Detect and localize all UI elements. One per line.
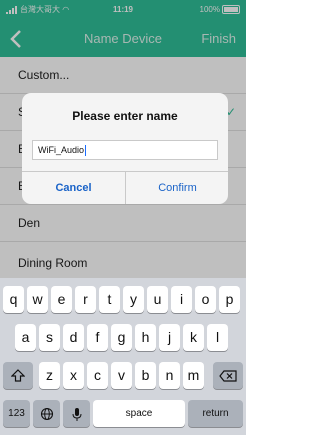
globe-key[interactable] (33, 400, 60, 427)
key-w[interactable]: w (27, 286, 48, 313)
key-x[interactable]: x (63, 362, 84, 389)
confirm-button[interactable]: Confirm (126, 172, 228, 204)
key-r[interactable]: r (75, 286, 96, 313)
key-f[interactable]: f (87, 324, 108, 351)
delete-key[interactable] (213, 362, 243, 389)
name-input-value: WiFi_Audio (38, 145, 85, 155)
key-s[interactable]: s (39, 324, 60, 351)
key-z[interactable]: z (39, 362, 60, 389)
key-j[interactable]: j (159, 324, 180, 351)
key-k[interactable]: k (183, 324, 204, 351)
text-caret (85, 145, 87, 157)
key-e[interactable]: e (51, 286, 72, 313)
key-a[interactable]: a (15, 324, 36, 351)
shift-icon (10, 369, 26, 382)
globe-icon (40, 408, 53, 421)
key-n[interactable]: n (159, 362, 180, 389)
key-y[interactable]: y (123, 286, 144, 313)
keyboard: q w e r t y u i o p a s d f g h j k l z … (0, 278, 246, 435)
key-u[interactable]: u (147, 286, 168, 313)
key-m[interactable]: m (183, 362, 204, 389)
numbers-key[interactable]: 123 (3, 400, 30, 427)
key-v[interactable]: v (111, 362, 132, 389)
key-t[interactable]: t (99, 286, 120, 313)
key-g[interactable]: g (111, 324, 132, 351)
key-p[interactable]: p (219, 286, 240, 313)
backspace-icon (219, 370, 237, 382)
key-d[interactable]: d (63, 324, 84, 351)
dictation-key[interactable] (63, 400, 90, 427)
name-dialog: Please enter name WiFi_Audio Cancel Conf… (22, 93, 228, 204)
key-l[interactable]: l (207, 324, 228, 351)
shift-key[interactable] (3, 362, 33, 389)
key-h[interactable]: h (135, 324, 156, 351)
space-key[interactable]: space (93, 400, 185, 427)
return-key[interactable]: return (188, 400, 243, 427)
dialog-title: Please enter name (72, 109, 178, 123)
key-b[interactable]: b (135, 362, 156, 389)
cancel-button[interactable]: Cancel (22, 172, 125, 204)
key-q[interactable]: q (3, 286, 24, 313)
key-i[interactable]: i (171, 286, 192, 313)
key-c[interactable]: c (87, 362, 108, 389)
key-o[interactable]: o (195, 286, 216, 313)
name-input[interactable]: WiFi_Audio (32, 140, 218, 160)
microphone-icon (72, 407, 81, 421)
